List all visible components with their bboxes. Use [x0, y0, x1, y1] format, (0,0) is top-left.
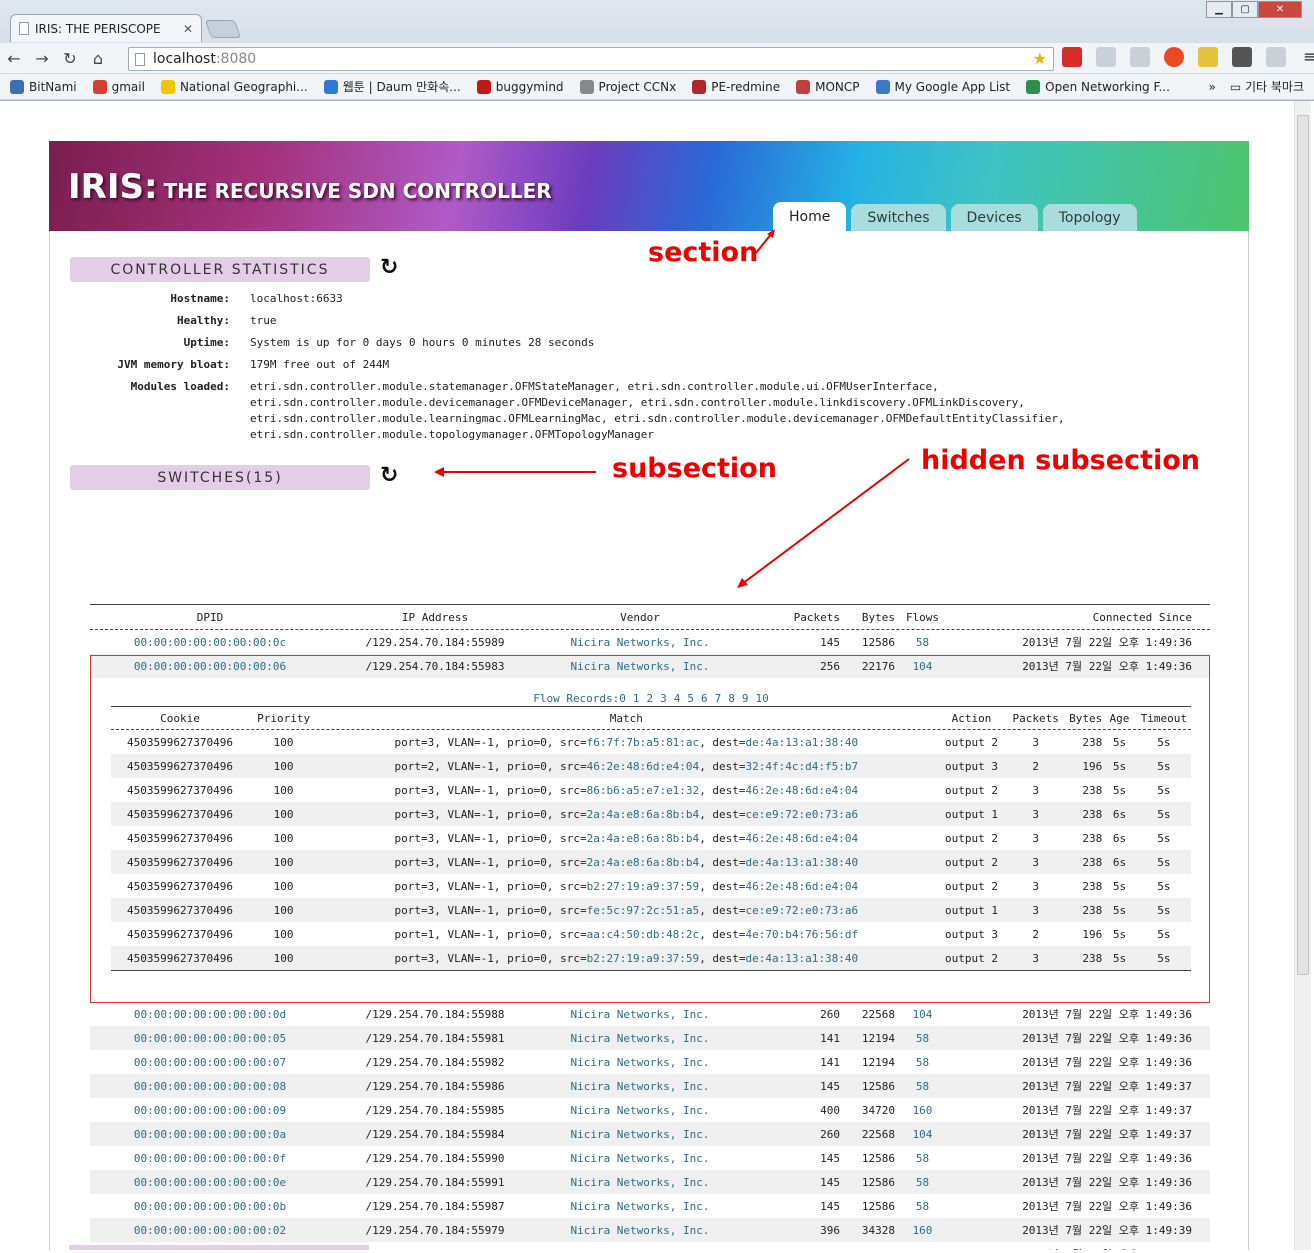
- bookmark-label: gmail: [111, 79, 145, 94]
- bookmark-favicon: [323, 79, 338, 94]
- section-arrow: [755, 232, 773, 254]
- bookmark-label: 웹툰 | Daum 만화속...: [342, 80, 461, 94]
- bookmark-item[interactable]: My Google App List: [875, 79, 1011, 94]
- maximize-icon[interactable]: ▢: [1232, 1, 1258, 18]
- bookmark-item[interactable]: MONCP: [796, 79, 860, 94]
- chart-icon[interactable]: [1232, 47, 1252, 67]
- bookmark-favicon: [476, 79, 491, 94]
- menu-icon[interactable]: ≡: [1300, 47, 1314, 67]
- bookmark-favicon: [796, 79, 811, 94]
- address-bar[interactable]: localhost:8080 ★: [128, 47, 1054, 71]
- minimize-icon[interactable]: ▁: [1206, 1, 1232, 18]
- extension-icon[interactable]: [1096, 47, 1116, 67]
- vertical-scrollbar[interactable]: [1294, 101, 1311, 1250]
- close-window-icon[interactable]: ✕: [1258, 1, 1302, 18]
- browser-chrome: IRIS: THE PERISCOPE ✕ ▁ ▢ ✕ ← → ↻ ⌂ loca…: [0, 0, 1314, 101]
- bookmark-label: My Google App List: [894, 79, 1011, 94]
- browser-tab[interactable]: IRIS: THE PERISCOPE ✕: [10, 14, 202, 42]
- bookmark-item[interactable]: buggymind: [476, 79, 564, 94]
- url-port: :8080: [215, 51, 257, 67]
- bookmark-label: MONCP: [815, 79, 860, 94]
- annotation-arrows: [434, 229, 910, 588]
- bookmark-label: National Geographi...: [179, 79, 308, 94]
- bookmark-item[interactable]: 웹툰 | Daum 만화속...: [323, 78, 461, 95]
- url-host: localhost: [153, 51, 216, 67]
- other-bookmarks-label: 기타 북마크: [1244, 80, 1304, 94]
- hidden-subsection-annotation: hidden subsection: [921, 445, 1201, 476]
- bookmark-favicon: [692, 79, 707, 94]
- bookmark-item[interactable]: Open Networking F...: [1026, 79, 1170, 94]
- home-icon[interactable]: ⌂: [84, 49, 112, 68]
- reload-icon[interactable]: ↻: [56, 49, 84, 68]
- bookmark-favicon: [579, 79, 594, 94]
- bookmark-favicon: [160, 79, 175, 94]
- page-icon: [19, 22, 29, 35]
- page-icon: [135, 52, 145, 66]
- bookmark-label: Project CCNx: [598, 79, 677, 94]
- stumbleupon-icon[interactable]: [1164, 47, 1184, 67]
- folder-icon: ▭: [1229, 80, 1245, 94]
- browser-toolbar: ← → ↻ ⌂ localhost:8080 ★ ≡: [0, 43, 1314, 73]
- bookmark-label: PE-redmine: [711, 79, 781, 94]
- bookmark-label: Open Networking F...: [1045, 79, 1170, 94]
- bookmarks-bar: BitNami gmail National Geographi... 웹툰 | Da…: [0, 74, 1314, 99]
- bookmark-item[interactable]: Project CCNx: [579, 79, 677, 94]
- extension-icon[interactable]: [1266, 47, 1286, 67]
- bookmark-item[interactable]: National Geographi...: [160, 79, 308, 94]
- other-bookmarks-folder[interactable]: ▭ 기타 북마크: [1230, 78, 1304, 95]
- eyedropper-icon[interactable]: [1130, 47, 1150, 67]
- bookmark-star-icon[interactable]: ★: [1033, 49, 1047, 68]
- bookmark-favicon: [1026, 79, 1041, 94]
- bookmark-label: buggymind: [495, 79, 564, 94]
- extension-icons: ≡: [1062, 47, 1314, 67]
- window-controls: ▁ ▢ ✕: [1206, 1, 1302, 18]
- extension-icon[interactable]: [1198, 47, 1218, 67]
- tab-bar: IRIS: THE PERISCOPE ✕ ▁ ▢ ✕: [0, 0, 1314, 42]
- subsection-arrowhead: [434, 467, 444, 477]
- close-tab-icon[interactable]: ✕: [183, 22, 193, 36]
- bookmark-item[interactable]: PE-redmine: [692, 79, 781, 94]
- bookmark-item[interactable]: gmail: [92, 79, 145, 94]
- bookmark-ribbon-icon[interactable]: [1062, 47, 1082, 67]
- page-viewport: IRIS: THE RECURSIVE SDN CONTROLLER Home S…: [4, 101, 1294, 1250]
- bookmark-label: BitNami: [29, 79, 77, 94]
- bookmark-item[interactable]: BitNami: [10, 79, 77, 94]
- bookmarks-more-icon[interactable]: »: [1208, 80, 1215, 94]
- forward-icon[interactable]: →: [28, 49, 56, 68]
- bookmark-favicon: [92, 79, 107, 94]
- back-icon[interactable]: ←: [0, 49, 28, 68]
- tab-title: IRIS: THE PERISCOPE: [35, 21, 161, 36]
- bookmark-favicon: [10, 79, 24, 94]
- new-tab-button[interactable]: [204, 20, 242, 38]
- bookmarks-right: » ▭ 기타 북마크: [1208, 78, 1304, 95]
- scrollbar-thumb[interactable]: [1297, 115, 1309, 975]
- bookmark-favicon: [875, 79, 890, 94]
- section-annotation: section: [648, 237, 759, 268]
- subsection-annotation: subsection: [612, 453, 777, 484]
